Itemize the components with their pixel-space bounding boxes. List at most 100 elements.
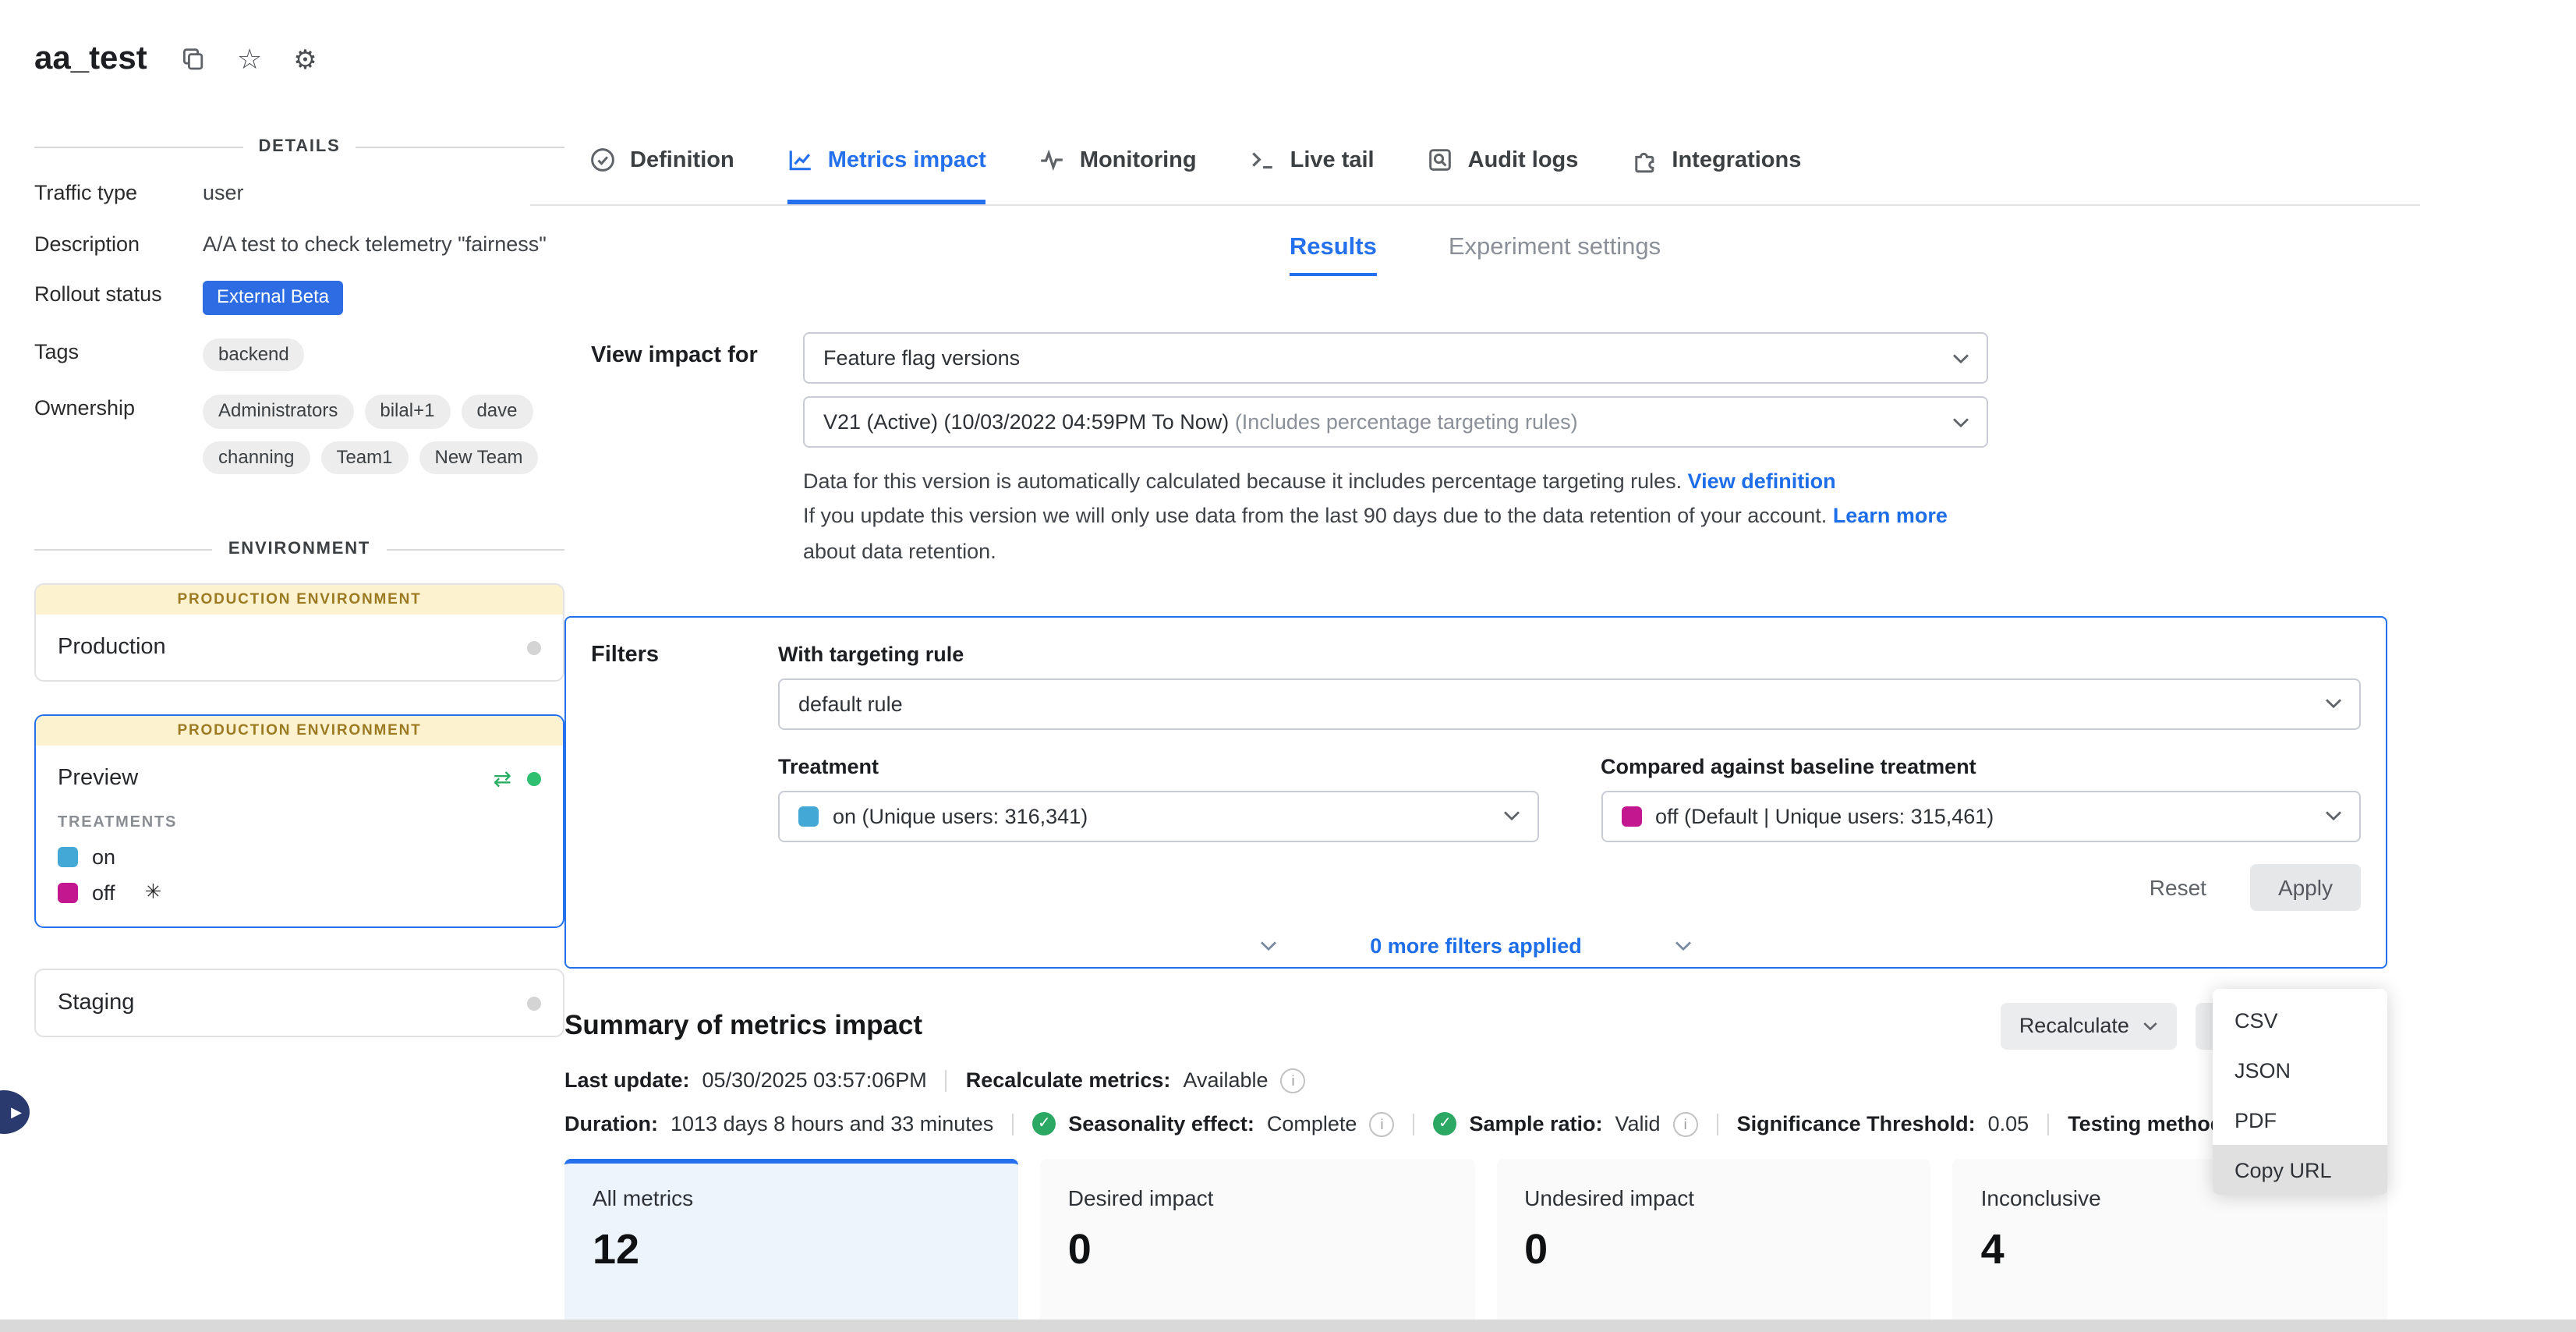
share-menu-item-pdf[interactable]: PDF xyxy=(2213,1095,2387,1145)
targeting-rule-value: default rule xyxy=(798,693,903,716)
traffic-type-label: Traffic type xyxy=(34,179,203,207)
rollout-status-row: Rollout status External Beta xyxy=(34,281,564,314)
view-definition-link[interactable]: View definition xyxy=(1688,469,1836,493)
treatment-on-label: on xyxy=(92,846,115,870)
metric-card-all-metrics[interactable]: All metrics 12 xyxy=(564,1159,1018,1332)
treatments-title: TREATMENTS xyxy=(58,815,541,832)
summary-header: Summary of metrics impact Recalculate Sh… xyxy=(564,1003,2387,1050)
last-update-label: Last update: xyxy=(564,1069,690,1093)
share-menu-item-csv[interactable]: CSV xyxy=(2213,995,2387,1045)
env-card-preview[interactable]: PRODUCTION ENVIRONMENT Preview ⇄ TREATME… xyxy=(34,715,564,929)
info-icon[interactable]: i xyxy=(1369,1112,1394,1137)
tab-audit-logs[interactable]: Audit logs xyxy=(1428,115,1579,204)
tab-monitoring[interactable]: Monitoring xyxy=(1039,115,1197,204)
chevron-down-icon xyxy=(1502,811,1520,822)
summary-title: Summary of metrics impact xyxy=(564,1010,922,1043)
tags-label: Tags xyxy=(34,338,203,371)
sample-ratio-value: Valid xyxy=(1615,1113,1661,1136)
chevron-down-icon xyxy=(2143,1022,2159,1031)
subtab-results[interactable]: Results xyxy=(1290,234,1377,276)
owner-pill[interactable]: channing xyxy=(203,441,310,475)
copy-icon[interactable] xyxy=(181,47,206,72)
significance-threshold-label: Significance Threshold: xyxy=(1737,1113,1976,1136)
chevron-down-icon[interactable] xyxy=(1675,941,1693,951)
metric-card-value: 0 xyxy=(1524,1226,1902,1274)
chevron-down-icon[interactable] xyxy=(1259,941,1276,951)
treatment-off-swatch xyxy=(58,883,78,903)
env-card-staging[interactable]: Staging xyxy=(34,969,564,1038)
subtab-experiment-settings[interactable]: Experiment settings xyxy=(1449,234,1661,276)
treatment-select[interactable]: on (Unique users: 316,341) xyxy=(778,791,1538,842)
ownership-label: Ownership xyxy=(34,395,203,475)
metric-card-desired-impact[interactable]: Desired impact 0 xyxy=(1040,1159,1474,1332)
info-icon[interactable]: i xyxy=(1673,1112,1698,1137)
traffic-type-value: user xyxy=(203,179,564,207)
integrations-icon xyxy=(1631,147,1658,173)
gear-icon[interactable]: ⚙ xyxy=(293,46,317,73)
owner-pill[interactable]: Administrators xyxy=(203,395,353,429)
metric-card-value: 0 xyxy=(1068,1226,1446,1274)
environment-section-title: ENVIRONMENT xyxy=(228,540,370,559)
owners-list: Administrators bilal+1 dave channing Tea… xyxy=(203,395,564,475)
tab-definition[interactable]: Definition xyxy=(589,115,734,204)
sidebar-expand-handle[interactable]: ▶ xyxy=(0,1090,30,1134)
version-note: (Includes percentage targeting rules) xyxy=(1235,410,1578,434)
ownership-row: Ownership Administrators bilal+1 dave ch… xyxy=(34,395,564,475)
version-note-2: If you update this version we will only … xyxy=(803,505,1827,528)
main-content: Definition Metrics impact Monitoring Liv… xyxy=(530,125,2420,1332)
version-type-value: Feature flag versions xyxy=(823,346,1020,370)
last-update-value: 05/30/2025 03:57:06PM xyxy=(702,1069,927,1093)
page: aa_test ☆ ⚙ DETAILS Traffic type user De… xyxy=(0,0,2576,1332)
testing-method-label: Testing method: xyxy=(2068,1113,2230,1136)
info-icon[interactable]: i xyxy=(1281,1068,1306,1093)
owner-pill[interactable]: Team1 xyxy=(320,441,408,475)
env-name-staging: Staging xyxy=(58,991,134,1016)
learn-more-link[interactable]: Learn more xyxy=(1833,505,1948,528)
sync-icon: ⇄ xyxy=(494,768,511,790)
env-card-production[interactable]: PRODUCTION ENVIRONMENT Production xyxy=(34,584,564,682)
share-menu-item-json[interactable]: JSON xyxy=(2213,1045,2387,1095)
tab-live-tail[interactable]: Live tail xyxy=(1250,115,1375,204)
title-actions: ☆ ⚙ xyxy=(181,45,317,73)
metric-card-undesired-impact[interactable]: Undesired impact 0 xyxy=(1496,1159,1930,1332)
baseline-select[interactable]: off (Default | Unique users: 315,461) xyxy=(1601,791,2361,842)
owner-pill[interactable]: New Team xyxy=(419,441,539,475)
treatments-panel: TREATMENTS on off ✳ xyxy=(36,815,563,927)
tag-pill[interactable]: backend xyxy=(203,338,305,371)
tags-row: Tags backend xyxy=(34,338,564,371)
tab-metrics-impact[interactable]: Metrics impact xyxy=(787,115,986,204)
chevron-down-icon xyxy=(1952,416,1969,427)
share-menu-item-copy-url[interactable]: Copy URL xyxy=(2213,1145,2387,1195)
treatment-off-swatch xyxy=(1621,806,1641,827)
filters-title: Filters xyxy=(591,643,778,911)
traffic-type-row: Traffic type user xyxy=(34,179,564,207)
apply-button[interactable]: Apply xyxy=(2250,864,2361,911)
recalculate-button-label: Recalculate xyxy=(2019,1015,2129,1038)
check-circle-icon: ✓ xyxy=(1032,1113,1056,1136)
version-type-select[interactable]: Feature flag versions xyxy=(803,332,1988,384)
metric-card-value: 4 xyxy=(1981,1226,2359,1274)
targeting-rule-select[interactable]: default rule xyxy=(778,678,2361,730)
treatment-select-value: on (Unique users: 316,341) xyxy=(833,805,1088,828)
version-note-1: Data for this version is automatically c… xyxy=(803,469,1682,493)
tab-integrations[interactable]: Integrations xyxy=(1631,115,1801,204)
bottom-divider xyxy=(0,1320,2576,1332)
reset-button[interactable]: Reset xyxy=(2150,875,2206,900)
version-select[interactable]: V21 (Active) (10/03/2022 04:59PM To Now)… xyxy=(803,396,1988,448)
tab-label: Metrics impact xyxy=(828,147,986,172)
recalculate-metrics-value: Available xyxy=(1183,1069,1268,1093)
tab-bar: Definition Metrics impact Monitoring Liv… xyxy=(530,125,2420,206)
audit-logs-icon xyxy=(1428,147,1454,173)
owner-pill[interactable]: dave xyxy=(461,395,533,429)
chevron-down-icon xyxy=(2325,699,2342,710)
more-filters-label[interactable]: 0 more filters applied xyxy=(1370,934,1582,958)
env-name-preview: Preview xyxy=(58,767,138,792)
duration-value: 1013 days 8 hours and 33 minutes xyxy=(671,1113,993,1136)
owner-pill[interactable]: bilal+1 xyxy=(364,395,450,429)
summary-meta-row-1: Last update: 05/30/2025 03:57:06PM Recal… xyxy=(564,1068,2387,1093)
recalculate-button[interactable]: Recalculate xyxy=(2001,1003,2178,1050)
description-row: Description A/A test to check telemetry … xyxy=(34,230,564,257)
filters-panel: Filters With targeting rule default rule… xyxy=(564,616,2387,969)
star-icon[interactable]: ☆ xyxy=(237,45,262,73)
more-filters-toggle: 0 more filters applied xyxy=(566,934,2386,958)
